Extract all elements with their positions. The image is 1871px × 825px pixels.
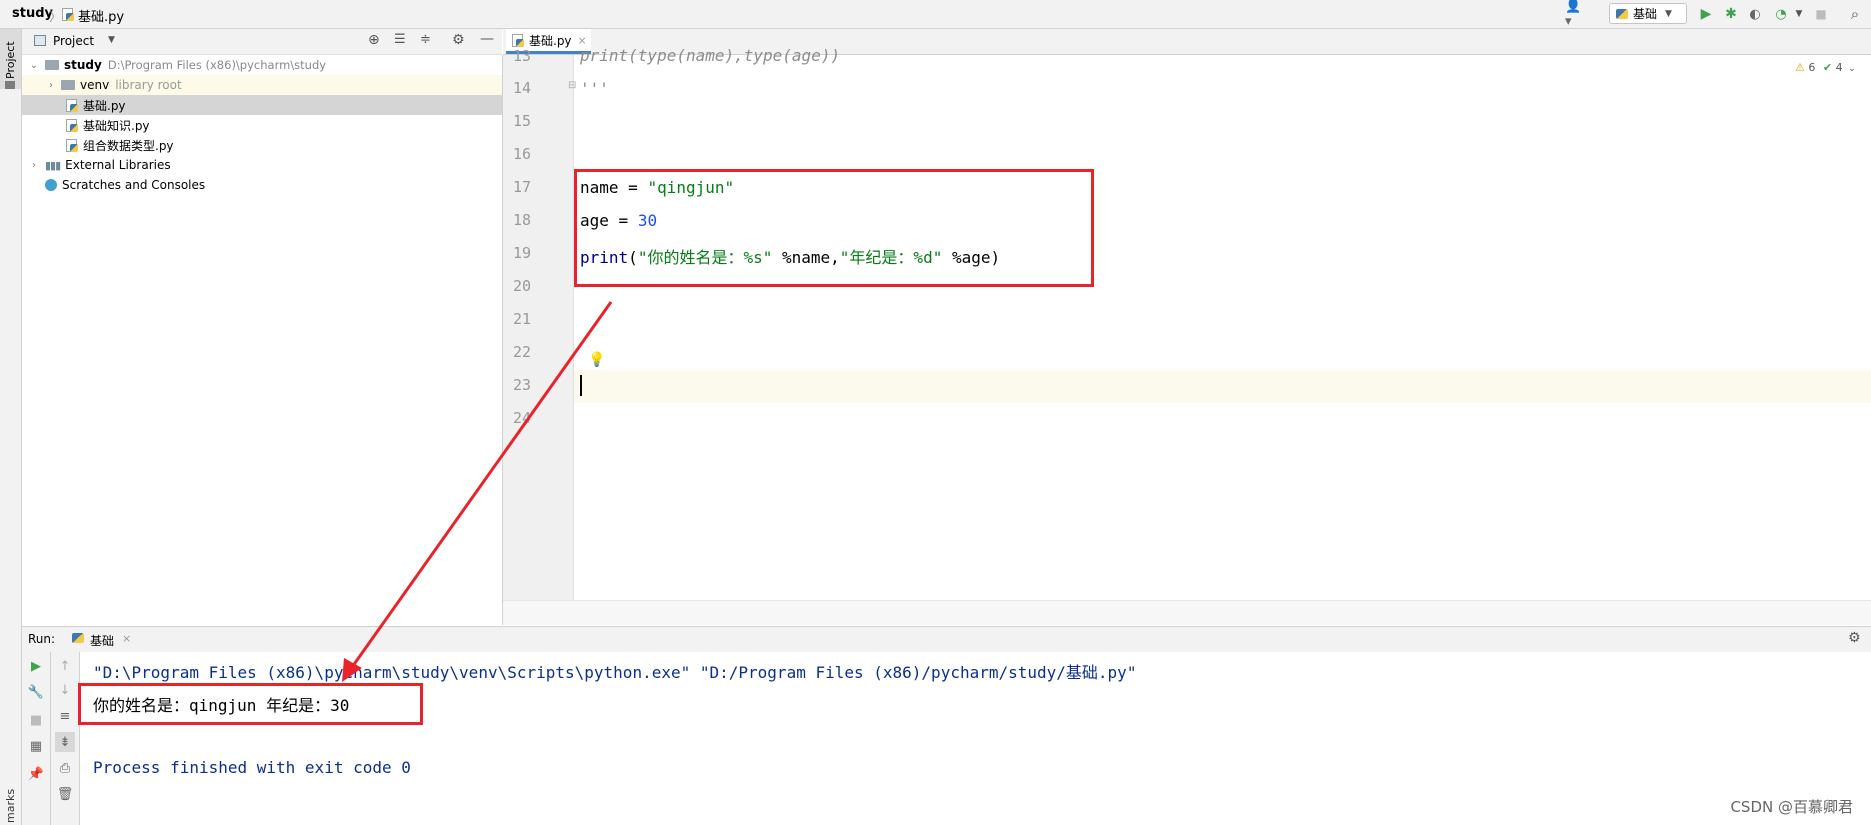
arrow-line [348, 301, 613, 671]
annotation-arrow [342, 301, 613, 682]
watermark: CSDN @百慕卿君 [1730, 798, 1853, 816]
arrow-head [342, 658, 362, 682]
